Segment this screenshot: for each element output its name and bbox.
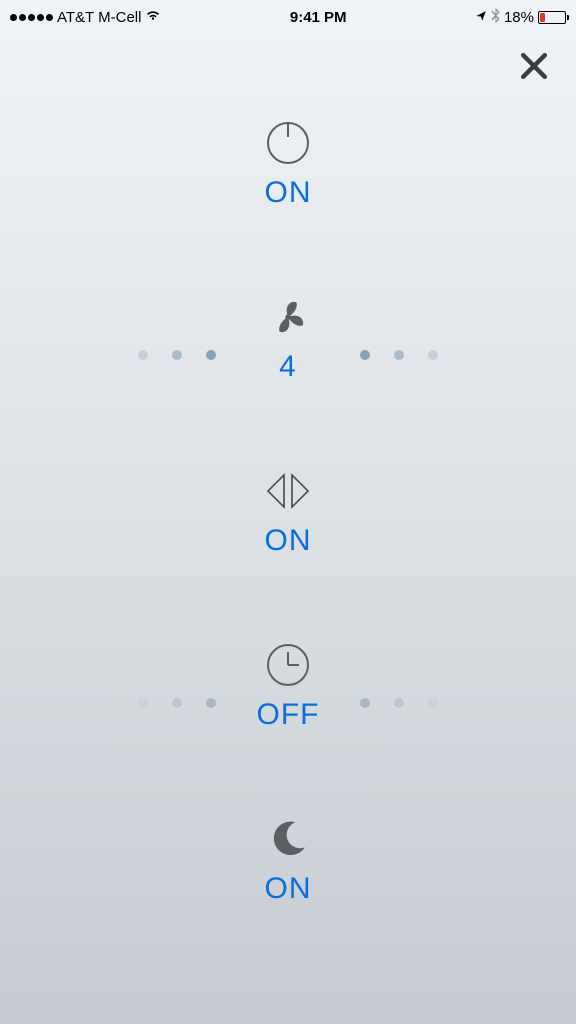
slider-dot [206,350,216,360]
fan-speed-control[interactable]: 4 [0,292,576,384]
status-bar: AT&T M-Cell 9:41 PM 18% [0,0,576,34]
fan-icon [267,292,309,342]
slider-dot [360,698,370,708]
status-time: 9:41 PM [290,9,347,26]
moon-icon [267,814,309,864]
timer-value: OFF [257,698,320,732]
slider-dot [428,698,438,708]
power-control[interactable]: ON [0,118,576,210]
timer-control[interactable]: OFF [0,640,576,732]
swing-icon [262,466,314,516]
slider-dot [172,350,182,360]
swing-value: ON [265,524,312,558]
carrier-label: AT&T M-Cell [57,9,141,26]
signal-strength-icon [10,14,53,21]
slider-dot [428,350,438,360]
night-mode-value: ON [265,872,312,906]
swing-control[interactable]: ON [0,466,576,558]
power-icon [265,118,311,168]
slider-dot [138,350,148,360]
slider-dot [138,698,148,708]
power-value: ON [265,176,312,210]
slider-dot [394,350,404,360]
night-mode-control[interactable]: ON [0,814,576,906]
bluetooth-icon [491,8,500,27]
location-icon [475,9,487,26]
clock-icon [265,640,311,690]
battery-percent: 18% [504,9,534,26]
close-button[interactable] [516,48,552,89]
fan-speed-value: 4 [279,350,297,384]
slider-dot [360,350,370,360]
controls-panel: ON 4 [0,118,576,906]
slider-dot [394,698,404,708]
status-left: AT&T M-Cell [10,8,161,26]
status-right: 18% [475,8,566,27]
wifi-icon [145,8,161,26]
battery-icon [538,11,566,24]
slider-dot [172,698,182,708]
slider-dot [206,698,216,708]
